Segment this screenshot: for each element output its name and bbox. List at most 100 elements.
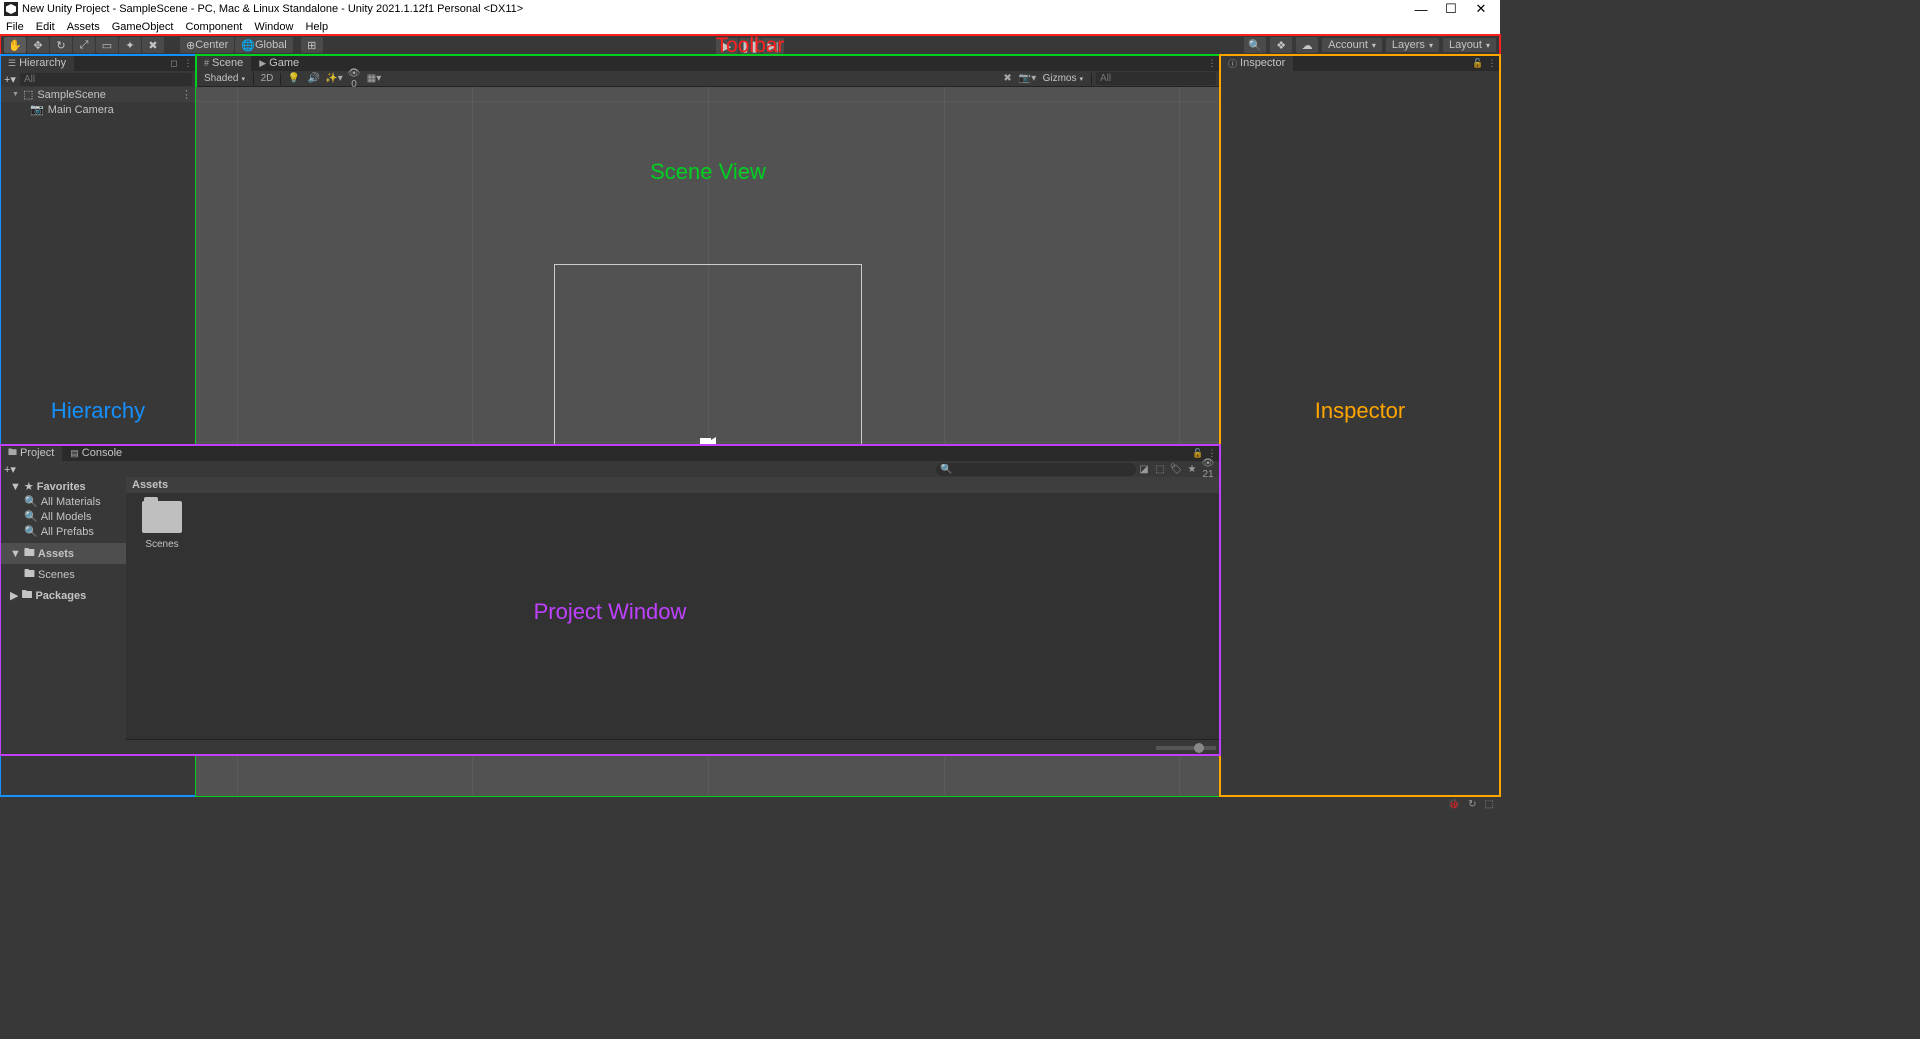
pivot-toggle[interactable]: ⊕ Center [180, 37, 234, 53]
panel-menu-icon[interactable]: ⋮ [1206, 58, 1218, 69]
hidden-packages-icon[interactable]: 👁21 [1200, 458, 1216, 480]
play-button[interactable]: ▶ [716, 38, 738, 54]
maximize-button[interactable]: ☐ [1436, 1, 1466, 17]
snap-button[interactable]: ⊞ [301, 37, 323, 53]
scene-search-input[interactable] [1096, 72, 1216, 85]
project-panel: 🖿Project ▤Console 🔓⋮ +▾ ◪ ⬚ 🏷 ★ 👁21 ▼★Fa… [0, 445, 1220, 755]
search-icon[interactable]: 🔍 [1244, 37, 1266, 53]
scene-toolbar: Shaded 2D 💡 🔊 ✨▾ 👁0 ▦▾ ✖ 📷▾ Gizmos [196, 71, 1220, 87]
rect-tool-button[interactable]: ▭ [96, 37, 118, 53]
thumbnail-size-slider[interactable] [1156, 746, 1216, 750]
create-button[interactable]: +▾ [4, 73, 16, 86]
asset-folder-scenes[interactable]: Scenes [134, 501, 190, 550]
panel-menu-icon[interactable]: ⋮ [182, 58, 194, 69]
scale-tool-button[interactable]: ⤢ [73, 37, 95, 53]
custom-tool-button[interactable]: ✖ [142, 37, 164, 53]
folder-icon [142, 501, 182, 533]
menu-help[interactable]: Help [305, 21, 328, 33]
tree-favorites[interactable]: ▼★Favorites [0, 479, 126, 494]
tree-packages[interactable]: ▶🖿Packages [0, 585, 126, 606]
project-grid[interactable]: Scenes [126, 493, 1220, 739]
tree-assets[interactable]: ▼🖿Assets [0, 543, 126, 564]
label-icon[interactable]: 🏷 [1168, 464, 1184, 475]
console-icon: ▤ [70, 448, 79, 459]
tab-inspector[interactable]: ⓘInspector [1220, 55, 1293, 71]
move-tool-button[interactable]: ✥ [27, 37, 49, 53]
tool-close-icon[interactable]: ✖ [999, 73, 1017, 84]
window-title: New Unity Project - SampleScene - PC, Ma… [22, 3, 523, 15]
space-toggle[interactable]: 🌐 Global [235, 37, 293, 53]
filter-icon[interactable]: ◪ [1136, 464, 1152, 475]
lighting-icon[interactable]: 💡 [285, 73, 303, 84]
fx-icon[interactable]: ✨▾ [325, 73, 343, 84]
toolbar: ✋ ✥ ↻ ⤢ ▭ ✦ ✖ ⊕ Center 🌐 Global ⊞ ▶ ❚❚ ▶… [0, 35, 1500, 55]
scene-root-item[interactable]: ▼ ⬚ SampleScene ⋮ [0, 87, 196, 102]
project-search-input[interactable] [936, 463, 1136, 476]
status-autorefresh-icon[interactable]: ↻ [1468, 799, 1476, 810]
grid-icon[interactable]: ▦▾ [365, 73, 383, 84]
hierarchy-search-input[interactable] [20, 73, 192, 86]
layers-dropdown[interactable]: Layers [1386, 38, 1439, 52]
menu-window[interactable]: Window [254, 21, 293, 33]
tree-fav-prefabs[interactable]: 🔍All Prefabs [0, 524, 126, 539]
hierarchy-icon: ☰ [8, 58, 16, 69]
game-icon: ▶ [259, 58, 266, 69]
hierarchy-item-camera[interactable]: 📷 Main Camera [0, 102, 196, 117]
minimize-button[interactable]: — [1406, 2, 1436, 17]
panel-menu-icon[interactable]: ⋮ [1206, 448, 1218, 459]
panel-lock-icon[interactable]: 🔓 [1192, 448, 1204, 459]
folder-icon: 🖿 [21, 586, 32, 605]
hand-tool-button[interactable]: ✋ [4, 37, 26, 53]
inspector-panel: ⓘInspector 🔓⋮ Inspector [1220, 55, 1500, 796]
inspector-icon: ⓘ [1228, 57, 1237, 70]
rotate-tool-button[interactable]: ↻ [50, 37, 72, 53]
camera-icon: 📷 [30, 103, 44, 116]
window-titlebar: New Unity Project - SampleScene - PC, Ma… [0, 0, 1500, 18]
tree-scenes[interactable]: 🖿Scenes [0, 564, 126, 585]
project-breadcrumb[interactable]: Assets [126, 477, 1220, 493]
shading-dropdown[interactable]: Shaded [200, 73, 249, 84]
tree-fav-models[interactable]: 🔍All Models [0, 509, 126, 524]
tree-fav-materials[interactable]: 🔍All Materials [0, 494, 126, 509]
pause-button[interactable]: ❚❚ [739, 38, 761, 54]
star-icon: ★ [24, 480, 34, 493]
panel-lock-icon[interactable]: 🔓 [1472, 58, 1484, 69]
cloud-icon[interactable]: ☁ [1296, 37, 1318, 53]
camera-settings-icon[interactable]: 📷▾ [1019, 73, 1037, 84]
star-icon[interactable]: ★ [1184, 464, 1200, 475]
search-icon: 🔍 [24, 525, 38, 538]
search-icon: 🔍 [24, 495, 38, 508]
status-activity-icon[interactable]: ⬚ [1485, 799, 1494, 810]
tab-scene[interactable]: #Scene [196, 55, 251, 71]
close-button[interactable]: ✕ [1466, 1, 1496, 17]
scene-icon: # [204, 58, 209, 68]
gizmos-dropdown[interactable]: Gizmos [1039, 73, 1087, 84]
layout-dropdown[interactable]: Layout [1443, 38, 1496, 52]
menu-edit[interactable]: Edit [36, 21, 55, 33]
audio-icon[interactable]: 🔊 [305, 73, 323, 84]
save-search-icon[interactable]: ⬚ [1152, 464, 1168, 475]
menu-assets[interactable]: Assets [67, 21, 100, 33]
status-bug-icon[interactable]: 🐞 [1448, 799, 1460, 810]
scene-menu-icon[interactable]: ⋮ [181, 88, 192, 101]
tab-hierarchy[interactable]: ☰Hierarchy [0, 55, 74, 71]
collab-icon[interactable]: ❖ [1270, 37, 1292, 53]
project-create-button[interactable]: +▾ [4, 463, 16, 476]
tab-game[interactable]: ▶Game [251, 55, 307, 71]
menu-gameobject[interactable]: GameObject [112, 21, 174, 33]
expand-icon: ▼ [12, 91, 19, 98]
status-bar: 🐞 ↻ ⬚ [0, 796, 1500, 812]
transform-tool-button[interactable]: ✦ [119, 37, 141, 53]
search-icon: 🔍 [24, 510, 38, 523]
hierarchy-annotation: Hierarchy [51, 398, 145, 424]
step-button[interactable]: ▶| [762, 38, 784, 54]
menu-file[interactable]: File [6, 21, 24, 33]
panel-lock-icon[interactable]: ◻ [168, 58, 180, 69]
toggle-2d-button[interactable]: 2D [258, 73, 276, 84]
folder-icon: 🖿 [8, 445, 17, 461]
tab-console[interactable]: ▤Console [62, 445, 130, 461]
tab-project[interactable]: 🖿Project [0, 445, 62, 461]
panel-menu-icon[interactable]: ⋮ [1486, 58, 1498, 69]
account-dropdown[interactable]: Account [1322, 38, 1382, 52]
menu-component[interactable]: Component [185, 21, 242, 33]
